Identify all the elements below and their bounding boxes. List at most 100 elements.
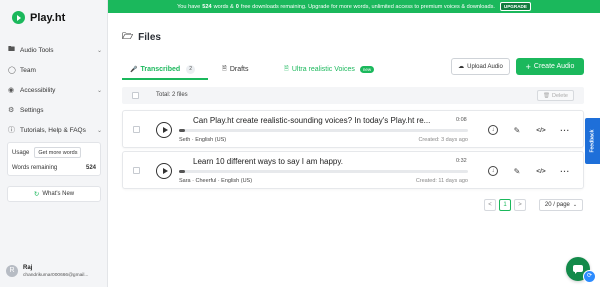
get-more-words-button[interactable]: Get more words: [34, 147, 82, 158]
sidebar-item-label: Team: [20, 66, 36, 74]
file-created: Created: 3 days ago: [418, 137, 468, 143]
sidebar-nav: 🖿 Audio Tools ⌄ ◯ Team ◉ Accessibility ⌄…: [8, 40, 102, 140]
user-email: chandrikumar000666@gmail...: [23, 273, 89, 278]
file-tabs: 🎤 Transcribed 2 🗎 Drafts 🗎 Ultra realist…: [122, 61, 392, 80]
edit-icon[interactable]: ✎: [511, 124, 523, 136]
sidebar-item-label: Accessibility: [20, 86, 56, 94]
upgrade-button[interactable]: UPGRADE: [499, 2, 531, 11]
edit-icon[interactable]: ✎: [511, 165, 523, 177]
refresh-icon: ↻: [33, 191, 40, 198]
whats-new-button[interactable]: ↻ What's New: [7, 186, 101, 202]
folder-icon: 🖿: [8, 45, 15, 53]
chevron-down-icon: ⌄: [572, 202, 578, 208]
sidebar-item-label: Audio Tools: [20, 46, 54, 54]
download-icon[interactable]: ↓: [488, 166, 498, 176]
prev-page-button[interactable]: <: [484, 199, 496, 211]
upload-audio-label: Upload Audio: [467, 63, 503, 70]
download-icon[interactable]: ↓: [488, 125, 498, 135]
usage-panel: Usage Get more words Words remaining 524: [7, 142, 101, 176]
tab-label: Transcribed: [140, 65, 181, 73]
pagination: < 1 > 20 / page ⌄: [484, 199, 583, 211]
user-profile[interactable]: R Raj chandrikumar000666@gmail...: [6, 263, 106, 281]
avatar: R: [6, 265, 18, 277]
play-button[interactable]: [156, 122, 172, 138]
sidebar-item-team[interactable]: ◯ Team: [8, 60, 102, 80]
sidebar: Play.ht 🖿 Audio Tools ⌄ ◯ Team ◉ Accessi…: [0, 0, 108, 287]
tab-count-badge: 2: [186, 64, 196, 74]
tab-label: Ultra realistic Voices: [291, 65, 355, 73]
file-created: Created: 11 days ago: [415, 178, 468, 184]
logo[interactable]: Play.ht: [12, 11, 65, 24]
upload-audio-button[interactable]: ☁ Upload Audio: [451, 58, 510, 75]
chevron-down-icon: ⌄: [96, 87, 102, 94]
chevron-down-icon: ⌄: [96, 47, 102, 54]
file-row: Can Play.ht create realistic-sounding vo…: [122, 110, 584, 148]
sidebar-item-settings[interactable]: ⚙ Settings: [8, 100, 102, 120]
usage-label: Usage: [12, 149, 30, 156]
eye-icon: ◉: [8, 87, 15, 94]
tab-transcribed[interactable]: 🎤 Transcribed 2: [130, 61, 196, 77]
new-badge: new: [359, 65, 375, 73]
file-duration: 0:08: [456, 117, 467, 123]
tab-drafts[interactable]: 🗎 Drafts: [222, 61, 249, 77]
play-logo-icon: [12, 11, 25, 24]
gear-icon: ⚙: [8, 107, 15, 114]
embed-code-icon[interactable]: </>: [535, 165, 547, 177]
whats-new-label: What's New: [42, 191, 75, 197]
more-options-icon[interactable]: ···: [559, 124, 571, 136]
tab-ultra-realistic-voices[interactable]: 🗎 Ultra realistic Voices new: [284, 61, 375, 77]
file-voice: Seth · English (US): [179, 137, 227, 143]
user-name: Raj: [23, 265, 33, 271]
file-actions: ↓ ✎ </> ···: [488, 124, 578, 136]
files-table-header: Total: 2 files 🗑 Delete: [122, 87, 584, 104]
create-audio-button[interactable]: + Create Audio: [516, 58, 584, 75]
file-checkbox[interactable]: [133, 167, 140, 174]
document-icon: 🗎: [284, 66, 289, 72]
delete-label: Delete: [552, 92, 568, 99]
page-size-select[interactable]: 20 / page ⌄: [539, 199, 583, 211]
people-icon: ◯: [8, 67, 16, 74]
play-button[interactable]: [156, 163, 172, 179]
file-checkbox[interactable]: [133, 126, 140, 133]
banner-words-count: 524: [202, 3, 212, 10]
next-page-button[interactable]: >: [514, 199, 526, 211]
sidebar-item-label: Tutorials, Help & FAQs: [20, 126, 86, 134]
sidebar-item-accessibility[interactable]: ◉ Accessibility ⌄: [8, 80, 102, 100]
document-icon: 🗎: [222, 66, 227, 72]
audio-progress-fill: [179, 129, 185, 132]
banner-text-pre: You have: [177, 3, 201, 10]
select-all-checkbox[interactable]: [132, 92, 139, 99]
file-title[interactable]: Learn 10 different ways to say I am happ…: [193, 157, 453, 166]
file-row: Learn 10 different ways to say I am happ…: [122, 151, 584, 189]
page-number-button[interactable]: 1: [499, 199, 511, 211]
embed-code-icon[interactable]: </>: [535, 124, 547, 136]
file-duration: 0:32: [456, 158, 467, 164]
assistant-badge-icon[interactable]: ⟳: [583, 270, 596, 283]
words-remaining-value: 524: [85, 165, 96, 171]
file-voice: Sara · Cheerful · English (US): [179, 178, 253, 184]
delete-button[interactable]: 🗑 Delete: [537, 90, 574, 101]
tab-label: Drafts: [229, 65, 249, 73]
usage-row: Usage Get more words: [12, 147, 96, 158]
chevron-down-icon: ⌄: [96, 127, 102, 134]
folder-open-icon: 🗁: [122, 31, 134, 41]
create-audio-label: Create Audio: [533, 63, 575, 70]
page-title-text: Files: [138, 31, 161, 43]
file-title[interactable]: Can Play.ht create realistic-sounding vo…: [193, 116, 453, 125]
audio-progress-bar[interactable]: [179, 129, 468, 132]
more-options-icon[interactable]: ···: [559, 165, 571, 177]
sidebar-item-tutorials[interactable]: ⓘ Tutorials, Help & FAQs ⌄: [8, 120, 102, 140]
sidebar-item-audio-tools[interactable]: 🖿 Audio Tools ⌄: [8, 40, 102, 60]
cloud-upload-icon: ☁: [458, 64, 465, 70]
banner-downloads-count: 0: [235, 3, 239, 10]
words-remaining-row: Words remaining 524: [12, 165, 96, 171]
feedback-tab[interactable]: Feedback: [585, 118, 600, 164]
words-remaining-label: Words remaining: [12, 165, 58, 171]
upgrade-banner: You have 524 words & 0 free downloads re…: [108, 0, 600, 13]
file-actions: ↓ ✎ </> ···: [488, 165, 578, 177]
sidebar-item-label: Settings: [20, 106, 44, 114]
audio-progress-bar[interactable]: [179, 170, 468, 173]
trash-icon: 🗑: [543, 92, 551, 99]
page-title: 🗁 Files: [122, 29, 161, 45]
feedback-label: Feedback: [589, 129, 596, 153]
